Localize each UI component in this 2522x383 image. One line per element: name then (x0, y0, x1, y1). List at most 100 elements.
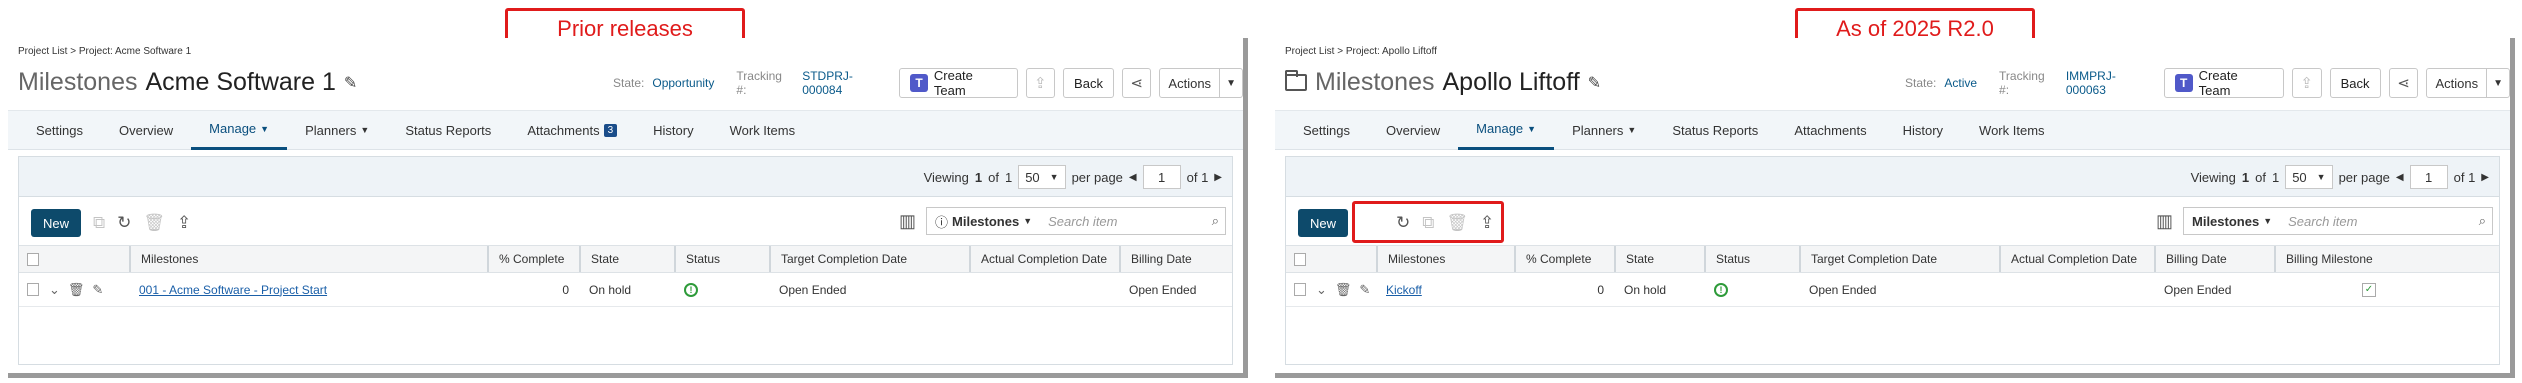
tab-status-reports[interactable]: Status Reports (1654, 110, 1776, 150)
share-icon[interactable]: ⋖ (2388, 68, 2419, 98)
page-number-input[interactable]: 1 (2409, 165, 2448, 189)
row-checkbox[interactable] (1294, 283, 1306, 296)
tab-planners[interactable]: Planners ▼ (287, 110, 387, 150)
billing-milestone-checkbox[interactable]: ✓ (2362, 282, 2376, 297)
back-button[interactable]: Back (2329, 68, 2381, 98)
create-team-button[interactable]: T Create Team (2163, 68, 2284, 98)
tab-overview[interactable]: Overview (101, 110, 191, 150)
cell-billing: Open Ended (2164, 282, 2232, 297)
milestone-link[interactable]: Kickoff (1386, 283, 1422, 297)
tab-bar: Settings Overview Manage ▼ Planners ▼ Stat… (8, 110, 1243, 150)
col-state[interactable]: State (1614, 246, 1704, 272)
search-scope-select[interactable]: ⓘ Milestones ▼ (927, 212, 1040, 231)
cell-state: On hold (589, 282, 632, 297)
breadcrumb[interactable]: Project List > Project: Acme Software 1 (18, 46, 191, 57)
delete-icon[interactable]: 🗑 (68, 282, 85, 298)
edit-pencil-icon[interactable]: ✎ (1588, 73, 1601, 93)
tab-history[interactable]: History (635, 110, 711, 150)
export-icon[interactable]: ⇪ (2291, 68, 2322, 98)
attachments-count-badge: 3 (603, 123, 618, 137)
tracking-label: Tracking #: (736, 69, 782, 97)
col-billing-date[interactable]: Billing Date (1119, 246, 1229, 272)
title-prefix: Milestones (18, 68, 138, 96)
col-state[interactable]: State (579, 246, 674, 272)
milestones-grid-area: Viewing 1 of 1 50 ▼ per page ◀ 1 of 1 ▶ N… (18, 156, 1233, 365)
state-label: State: (613, 76, 645, 90)
search-icon[interactable]: ⌕ (2473, 213, 2492, 229)
tab-work-items[interactable]: Work Items (1961, 110, 2063, 150)
share-icon[interactable]: ⋖ (1121, 68, 1152, 98)
page-title: Milestones Apollo Liftoff ✎ (1285, 68, 1601, 97)
tab-history[interactable]: History (1885, 110, 1961, 150)
tab-attachments[interactable]: Attachments 3 (509, 110, 635, 150)
search-scope-select[interactable]: Milestones ▼ (2184, 214, 2280, 229)
copy-icon[interactable]: ⧉ (93, 213, 105, 233)
per-page-select[interactable]: 50 ▼ (1018, 165, 1066, 189)
tab-settings[interactable]: Settings (1285, 110, 1368, 150)
columns-icon[interactable]: ▥ (899, 211, 916, 232)
tab-manage[interactable]: Manage ▼ (1458, 110, 1555, 150)
next-page-icon[interactable]: ▶ (1214, 172, 1222, 183)
new-button[interactable]: New (31, 209, 82, 237)
col-status[interactable]: Status (1704, 246, 1799, 272)
col-billing-milestone[interactable]: Billing Milestone (2274, 246, 2454, 272)
edit-pencil-icon[interactable]: ✎ (344, 73, 357, 93)
edit-pencil-icon[interactable]: ✎ (92, 282, 103, 298)
per-page-select[interactable]: 50 ▼ (2285, 165, 2333, 189)
select-all-checkbox[interactable] (27, 252, 39, 266)
table-row[interactable]: ⌄ 🗑 ✎ Kickoff 0 On hold ! Open Ended Ope… (1286, 273, 2499, 307)
tab-manage[interactable]: Manage ▼ (191, 110, 288, 150)
columns-icon[interactable]: ▥ (2156, 211, 2173, 232)
row-actions: ⌄ 🗑 ✎ (39, 282, 129, 298)
tab-planners[interactable]: Planners ▼ (1554, 110, 1654, 150)
col-actual-date[interactable]: Actual Completion Date (969, 246, 1119, 272)
table-row[interactable]: ⌄ 🗑 ✎ 001 - Acme Software - Project Star… (19, 273, 1232, 307)
tab-overview[interactable]: Overview (1368, 110, 1458, 150)
search-icon[interactable]: ⌕ (1206, 213, 1225, 229)
expand-chevron-icon[interactable]: ⌄ (1316, 282, 1327, 298)
cell-pct: 0 (562, 282, 569, 297)
chevron-down-icon[interactable]: ▼ (1219, 69, 1242, 97)
table-header: Milestones % Complete State Status Targe… (1286, 245, 2499, 273)
tracking-value: STDPRJ-000084 (802, 69, 853, 97)
page-number-input[interactable]: 1 (1142, 165, 1181, 189)
refresh-icon[interactable]: ↻ (117, 213, 131, 233)
create-team-label: Create Team (2198, 68, 2238, 98)
export-icon[interactable]: ⇪ (1025, 68, 1056, 98)
expand-chevron-icon[interactable]: ⌄ (49, 282, 60, 298)
tab-status-reports[interactable]: Status Reports (387, 110, 509, 150)
back-button[interactable]: Back (1063, 68, 1114, 98)
tab-work-items[interactable]: Work Items (712, 110, 814, 150)
row-checkbox[interactable] (27, 283, 39, 296)
actions-button[interactable]: Actions ▼ (2426, 68, 2510, 98)
col-pct-complete[interactable]: % Complete (487, 246, 579, 272)
col-status[interactable]: Status (674, 246, 769, 272)
tab-attachments[interactable]: Attachments (1776, 110, 1884, 150)
current-release-panel: Project List > Project: Apollo Liftoff M… (1275, 38, 2515, 378)
search-input[interactable]: ⓘ Milestones ▼ Search item ⌕ (926, 207, 1226, 235)
col-pct-complete[interactable]: % Complete (1514, 246, 1614, 272)
col-billing-date[interactable]: Billing Date (2154, 246, 2274, 272)
prev-page-icon[interactable]: ◀ (1129, 172, 1137, 183)
breadcrumb[interactable]: Project List > Project: Apollo Liftoff (1285, 46, 1437, 57)
next-page-icon[interactable]: ▶ (2481, 172, 2489, 183)
pager: Viewing 1 of 1 50 ▼ per page ◀ 1 of 1 ▶ (924, 165, 1222, 189)
search-input[interactable]: Milestones ▼ Search item ⌕ (2183, 207, 2493, 235)
col-milestones[interactable]: Milestones (1376, 246, 1514, 272)
export-icon[interactable]: ⇪ (177, 213, 191, 233)
prev-page-icon[interactable]: ◀ (2396, 172, 2404, 183)
col-milestones[interactable]: Milestones (129, 246, 487, 272)
col-target-date[interactable]: Target Completion Date (769, 246, 969, 272)
tab-settings[interactable]: Settings (18, 110, 101, 150)
chevron-down-icon[interactable]: ▼ (2486, 69, 2509, 97)
actions-button[interactable]: Actions ▼ (1159, 68, 1243, 98)
create-team-button[interactable]: T Create Team (899, 68, 1018, 98)
edit-pencil-icon[interactable]: ✎ (1359, 282, 1370, 298)
delete-icon[interactable]: 🗑 (143, 213, 165, 233)
milestone-link[interactable]: 001 - Acme Software - Project Start (139, 283, 327, 297)
col-actual-date[interactable]: Actual Completion Date (1999, 246, 2154, 272)
new-button[interactable]: New (1298, 209, 1349, 237)
delete-icon[interactable]: 🗑 (1335, 282, 1352, 298)
col-target-date[interactable]: Target Completion Date (1799, 246, 1999, 272)
select-all-checkbox[interactable] (1294, 252, 1306, 266)
